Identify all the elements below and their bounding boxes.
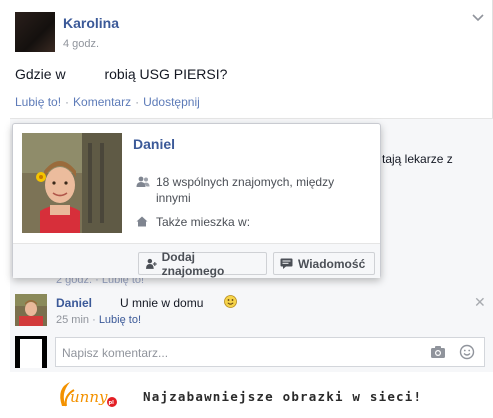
home-icon bbox=[136, 216, 148, 227]
profile-photo-image bbox=[22, 133, 122, 233]
message-label: Wiadomość bbox=[298, 256, 366, 271]
separator: · bbox=[65, 95, 70, 109]
comment-meta: 25 min · Lubię to! bbox=[56, 314, 142, 326]
comment-author[interactable]: Daniel bbox=[56, 296, 92, 310]
emoji-icon[interactable] bbox=[459, 344, 475, 360]
post-text: Gdzie w robią USG PIERSI? bbox=[15, 66, 227, 82]
funny-logo: unny pl bbox=[60, 382, 117, 407]
like-link[interactable]: Lubię to! bbox=[15, 95, 61, 109]
author-avatar[interactable] bbox=[15, 12, 55, 52]
share-link[interactable]: Udostępnij bbox=[143, 95, 200, 109]
comment-input[interactable]: Napisz komentarz... bbox=[55, 337, 485, 367]
post-actions: Lubię to! · Komentarz · Udostępnij bbox=[15, 95, 200, 109]
hovercard-name[interactable]: Daniel bbox=[133, 136, 175, 152]
message-icon bbox=[280, 258, 293, 269]
add-friend-icon bbox=[145, 258, 157, 269]
camera-icon[interactable] bbox=[430, 345, 446, 359]
comment-input-placeholder: Napisz komentarz... bbox=[62, 346, 169, 360]
post-text-start: Gdzie w bbox=[15, 66, 66, 82]
post-timestamp[interactable]: 4 godz. bbox=[63, 38, 99, 50]
lives-in-text: Także mieszka w: bbox=[156, 215, 251, 229]
watermark-banner: unny pl Najzabawniejsze obrazki w sieci! bbox=[0, 372, 493, 418]
separator: · bbox=[135, 95, 140, 109]
close-icon[interactable]: ✕ bbox=[474, 294, 486, 311]
commenter-avatar[interactable] bbox=[15, 294, 47, 326]
svg-text:pl: pl bbox=[109, 400, 115, 406]
svg-text:unny: unny bbox=[70, 388, 108, 406]
add-friend-button[interactable]: Dodaj znajomego bbox=[138, 249, 267, 278]
background-comment-text: tają lekarze z bbox=[382, 152, 453, 166]
mutual-friends: 18 wspólnych znajomych, między innymi bbox=[136, 174, 366, 206]
friends-icon bbox=[136, 176, 150, 187]
hovercard-profile-photo[interactable] bbox=[22, 133, 122, 233]
post-text-end: robią USG PIERSI? bbox=[104, 66, 228, 82]
mutual-friends-line-2: innymi bbox=[156, 191, 191, 205]
current-user-photo bbox=[15, 336, 47, 368]
watermark-tagline: Najzabawniejsze obrazki w sieci! bbox=[143, 389, 423, 404]
profile-hovercard: Daniel 18 wspólnych znajomych, między in… bbox=[12, 123, 381, 278]
comment-time[interactable]: 25 min bbox=[56, 314, 89, 326]
lives-in: Także mieszka w: bbox=[136, 215, 250, 229]
smiley-icon bbox=[224, 295, 237, 308]
chevron-down-icon[interactable] bbox=[471, 12, 485, 24]
mutual-friends-line-1[interactable]: 18 wspólnych znajomych, między bbox=[156, 174, 366, 190]
post-author-name[interactable]: Karolina bbox=[63, 15, 119, 31]
current-user-avatar bbox=[15, 336, 47, 368]
commenter-photo bbox=[15, 294, 47, 326]
comment-link[interactable]: Komentarz bbox=[73, 95, 131, 109]
hovercard-footer: Dodaj znajomego Wiadomość bbox=[13, 243, 380, 278]
message-button[interactable]: Wiadomość bbox=[273, 252, 375, 275]
add-friend-label: Dodaj znajomego bbox=[161, 249, 225, 278]
comment-like-link[interactable]: Lubię to! bbox=[99, 314, 141, 326]
comment-text: U mnie w domu bbox=[120, 296, 204, 310]
